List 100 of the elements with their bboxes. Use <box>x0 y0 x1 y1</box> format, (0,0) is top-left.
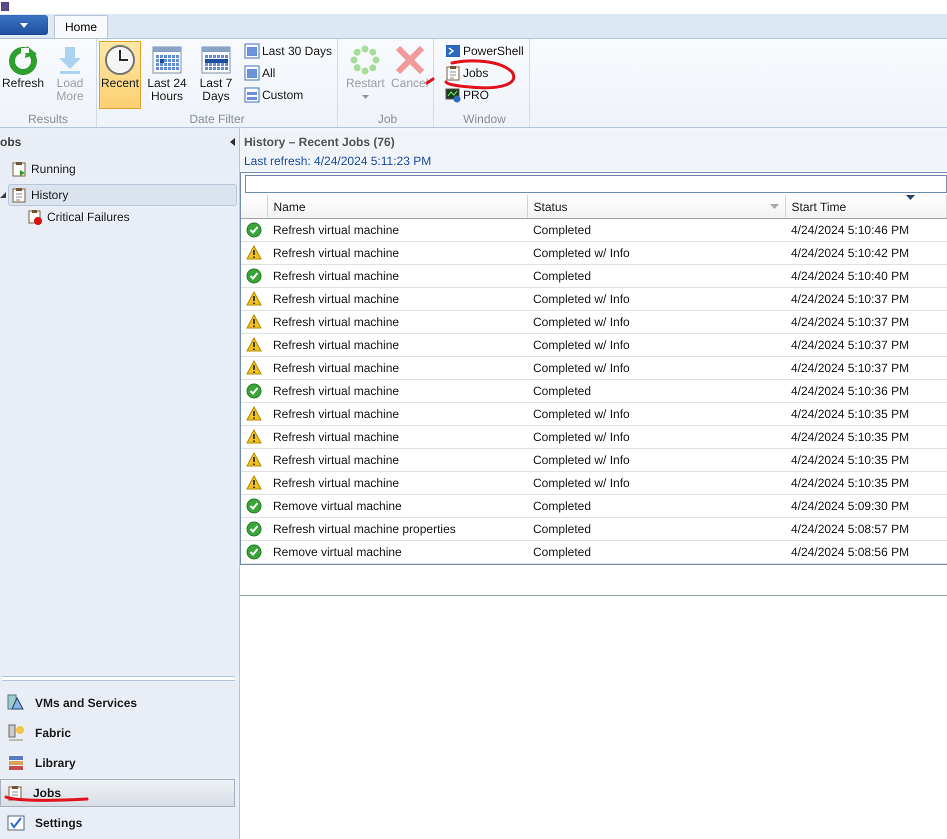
caret-icon <box>20 22 28 28</box>
ribbon-button[interactable]: Jobs <box>442 63 527 82</box>
table-cell: Completed w/ Info <box>527 472 785 494</box>
column-header[interactable]: Status <box>527 195 785 218</box>
table-cell: Refresh virtual machine <box>267 402 527 426</box>
caret-icon <box>362 95 369 99</box>
ribbon-tab[interactable]: Home <box>54 15 108 38</box>
table-cell: Completed w/ Info <box>527 426 785 448</box>
app-menu-button[interactable] <box>0 15 48 35</box>
table-cell: 4/24/2024 5:10:35 PM <box>785 402 946 426</box>
monitor-icon <box>445 86 461 102</box>
table-cell: Completed w/ Info <box>527 310 785 334</box>
nav-item[interactable]: Library <box>0 749 235 777</box>
dropdown-icon <box>770 204 778 209</box>
table-cell: Refresh virtual machine <box>267 334 527 356</box>
calendar-icon <box>244 86 260 102</box>
table-cell: Remove virtual machine <box>267 540 527 564</box>
table-cell: Refresh virtual machine <box>267 448 527 472</box>
table-cell: Completed <box>527 218 785 242</box>
ribbon-button[interactable]: Recent <box>99 41 141 109</box>
group-label: Job <box>376 113 398 127</box>
clipboard-run-icon <box>11 161 27 177</box>
spinner-icon <box>349 44 382 76</box>
ribbon-button[interactable]: PowerShell <box>442 41 527 60</box>
ribbon-button[interactable]: Custom <box>240 85 335 104</box>
table-cell: 4/24/2024 5:10:36 PM <box>785 380 946 402</box>
ribbon-button[interactable]: Last 30 Days <box>240 41 335 60</box>
table-cell: Completed w/ Info <box>527 448 785 472</box>
ribbon-button[interactable]: Last 24 Hours <box>143 41 191 109</box>
books-icon <box>7 754 25 772</box>
table-cell: 4/24/2024 5:08:56 PM <box>785 540 946 564</box>
table-cell: Refresh virtual machine <box>267 426 527 448</box>
group-label: Date Filter <box>188 113 246 127</box>
ribbon-button[interactable]: Last 7 Days <box>193 41 239 109</box>
checkbox-icon <box>7 814 25 832</box>
table-cell: Completed w/ Info <box>527 288 785 310</box>
table-cell: 4/24/2024 5:10:37 PM <box>785 310 946 334</box>
last-refresh-text: Last refresh: 4/24/2024 5:11:23 PM <box>244 154 432 168</box>
app-icon <box>0 2 10 12</box>
table-cell: 4/24/2024 5:08:57 PM <box>785 518 946 540</box>
table-cell: Refresh virtual machine <box>267 356 527 380</box>
table-cell: Completed w/ Info <box>527 402 785 426</box>
table-cell: 4/24/2024 5:10:42 PM <box>785 242 946 264</box>
table-cell: Completed w/ Info <box>527 334 785 356</box>
table-cell: Refresh virtual machine <box>267 242 527 264</box>
table-cell: Refresh virtual machine <box>267 380 527 402</box>
cross-icon <box>394 44 426 76</box>
table-cell: Remove virtual machine <box>267 494 527 518</box>
table-cell: Completed <box>527 518 785 540</box>
table-cell: 4/24/2024 5:10:46 PM <box>785 218 946 242</box>
calendar-icon <box>244 64 260 80</box>
caret-icon <box>230 138 235 146</box>
table-cell: Completed <box>527 264 785 288</box>
table-cell: Refresh virtual machine <box>267 288 527 310</box>
ribbon-button[interactable]: Refresh <box>2 41 44 109</box>
nav-item[interactable]: VMs and Services <box>0 689 235 717</box>
table-cell: Refresh virtual machine <box>267 472 527 494</box>
clipboard-error-icon <box>27 209 43 225</box>
tree-item[interactable]: Running <box>8 158 237 180</box>
tree-item[interactable]: History <box>8 184 237 206</box>
sort-icon <box>906 195 915 200</box>
calendar-icon <box>244 42 260 58</box>
table-cell: Refresh virtual machine <box>267 264 527 288</box>
ribbon-button[interactable]: PRO <box>442 85 527 104</box>
nav-item[interactable]: Settings <box>0 809 235 837</box>
column-header[interactable]: Name <box>267 195 527 218</box>
table-cell: 4/24/2024 5:10:35 PM <box>785 472 946 494</box>
table-cell: 4/24/2024 5:10:35 PM <box>785 426 946 448</box>
group-label: Results <box>26 113 69 127</box>
ribbon-button[interactable]: All <box>240 63 335 82</box>
highlight-loop <box>444 59 516 90</box>
table-cell: 4/24/2024 5:09:30 PM <box>785 494 946 518</box>
nav-item[interactable]: Jobs <box>0 779 235 807</box>
refresh-icon <box>7 44 39 76</box>
tree-item[interactable]: Critical Failures <box>24 208 237 226</box>
view-title: History – Recent Jobs (76) <box>244 135 395 149</box>
table-cell: 4/24/2024 5:10:37 PM <box>785 356 946 380</box>
table-cell: Refresh virtual machine properties <box>267 518 527 540</box>
table-cell: Completed w/ Info <box>527 356 785 380</box>
table-cell: Refresh virtual machine <box>267 310 527 334</box>
table-cell: Refresh virtual machine <box>267 218 527 242</box>
calendar-icon <box>200 44 232 76</box>
panel-title: obs <box>0 135 22 149</box>
calendar-icon <box>151 44 183 76</box>
group-label: Window <box>462 113 507 127</box>
table-cell: 4/24/2024 5:10:37 PM <box>785 334 946 356</box>
filter-field[interactable] <box>245 175 947 193</box>
table-cell: Completed <box>527 540 785 564</box>
nav-item[interactable]: Fabric <box>0 719 235 747</box>
column-header[interactable]: Start Time <box>785 195 946 218</box>
table-cell: Completed <box>527 494 785 518</box>
clipboard-icon <box>445 64 461 80</box>
table-cell: 4/24/2024 5:10:40 PM <box>785 264 946 288</box>
table-cell: Completed w/ Info <box>527 242 785 264</box>
terminal-icon <box>445 42 461 58</box>
clock-icon <box>104 44 136 76</box>
table-cell: Completed <box>527 380 785 402</box>
collapse-button[interactable] <box>230 138 235 146</box>
network-icon <box>7 694 25 712</box>
clipboard-icon <box>11 187 27 203</box>
